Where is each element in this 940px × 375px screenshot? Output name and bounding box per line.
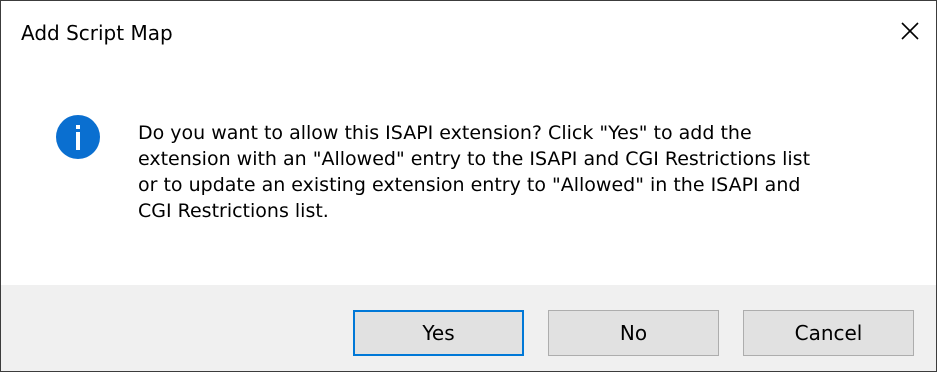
title-bar: Add Script Map [1, 1, 936, 65]
close-icon [901, 22, 919, 40]
no-button[interactable]: No [548, 310, 719, 356]
message-area: Do you want to allow this ISAPI extensio… [1, 65, 936, 285]
close-button[interactable] [888, 9, 932, 53]
yes-button[interactable]: Yes [353, 310, 524, 356]
message-text: Do you want to allow this ISAPI extensio… [138, 122, 811, 222]
add-script-map-dialog: Add Script Map Do you want to allow this… [0, 0, 937, 372]
info-icon [56, 115, 100, 159]
cancel-button[interactable]: Cancel [743, 310, 914, 356]
window-title: Add Script Map [21, 21, 173, 45]
button-bar: Yes No Cancel [1, 285, 936, 371]
